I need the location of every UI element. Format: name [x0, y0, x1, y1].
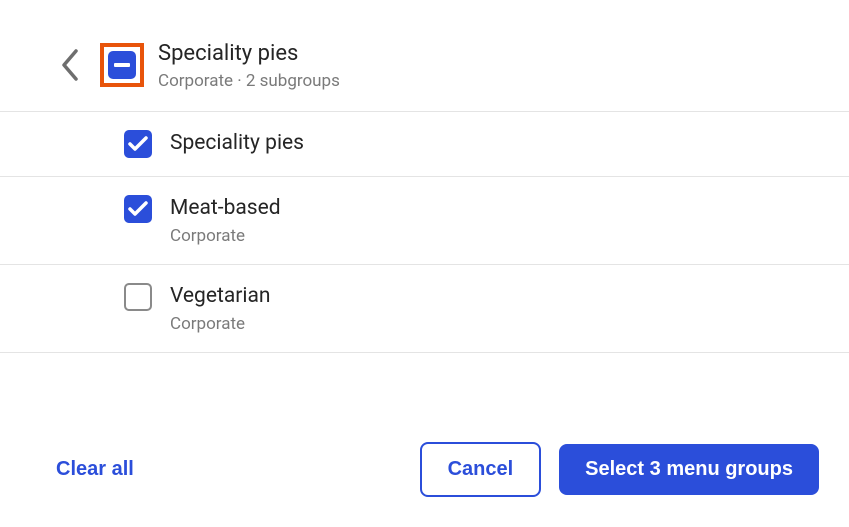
chevron-left-icon [60, 48, 80, 82]
footer: Clear all Cancel Select 3 menu groups [0, 442, 849, 497]
check-icon [128, 136, 148, 152]
item-checkbox[interactable] [124, 283, 152, 311]
header-title: Speciality pies [158, 40, 340, 69]
check-icon [128, 201, 148, 217]
list-item[interactable]: Speciality pies [0, 112, 849, 177]
item-label: Vegetarian [170, 283, 271, 310]
header-subtitle: Corporate · 2 subgroups [158, 71, 340, 91]
item-sublabel: Corporate [170, 226, 281, 246]
item-checkbox[interactable] [124, 195, 152, 223]
highlight-box [100, 43, 144, 87]
footer-right: Cancel Select 3 menu groups [420, 442, 819, 497]
item-label: Speciality pies [170, 130, 304, 157]
item-text: Vegetarian Corporate [170, 283, 271, 334]
menu-group-selector: Speciality pies Corporate · 2 subgroups … [0, 0, 849, 353]
header-text: Speciality pies Corporate · 2 subgroups [158, 40, 340, 91]
clear-all-button[interactable]: Clear all [56, 458, 134, 481]
item-sublabel: Corporate [170, 314, 271, 334]
cancel-button[interactable]: Cancel [420, 442, 542, 497]
item-text: Meat-based Corporate [170, 195, 281, 246]
header-row: Speciality pies Corporate · 2 subgroups [0, 0, 849, 111]
item-text: Speciality pies [170, 130, 304, 157]
back-button[interactable] [60, 48, 80, 82]
list-item[interactable]: Meat-based Corporate [0, 177, 849, 265]
list-item[interactable]: Vegetarian Corporate [0, 265, 849, 353]
item-checkbox[interactable] [124, 130, 152, 158]
select-button[interactable]: Select 3 menu groups [559, 444, 819, 495]
items-list: Speciality pies Meat-based Corporate Veg… [0, 111, 849, 354]
item-label: Meat-based [170, 195, 281, 222]
header-checkbox[interactable] [108, 51, 136, 79]
minus-icon [114, 63, 130, 67]
